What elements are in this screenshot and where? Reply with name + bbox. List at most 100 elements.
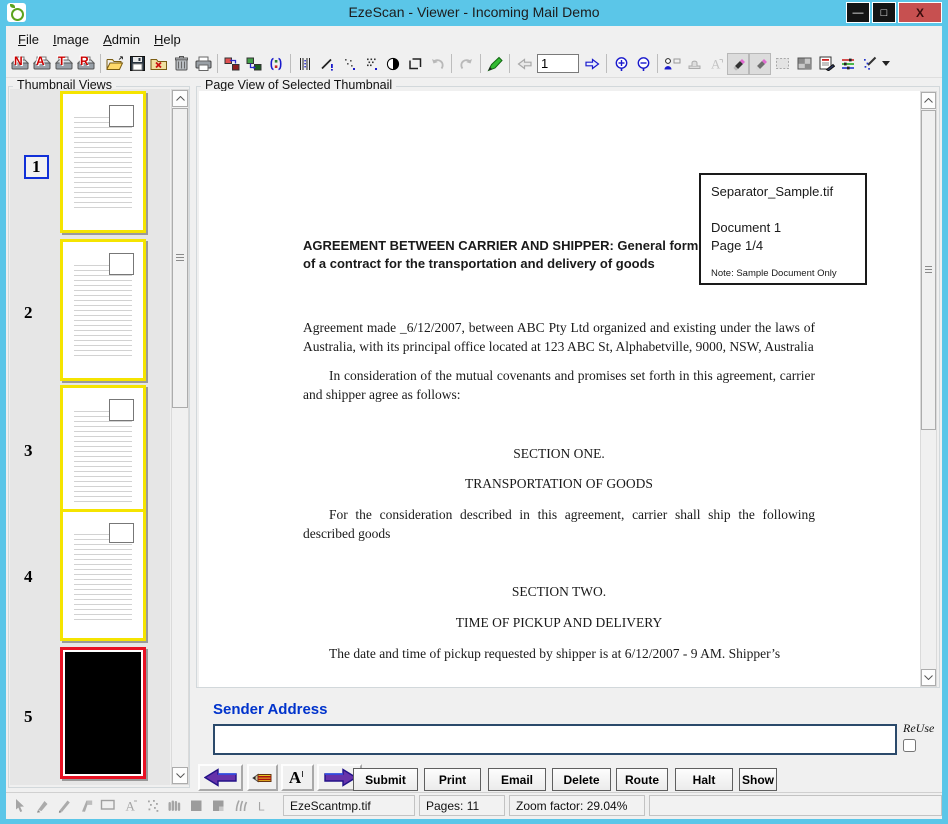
marker-icon[interactable] (727, 53, 749, 75)
print-icon[interactable] (192, 53, 214, 75)
redo-icon (455, 53, 477, 75)
document-paragraph: For the consideration described in this … (303, 506, 815, 544)
prev-field-button[interactable] (198, 764, 243, 791)
pencil-edit-button[interactable] (247, 764, 278, 791)
despeckle-heavy-icon[interactable] (360, 53, 382, 75)
prev-page-icon (513, 53, 535, 75)
undo-icon (426, 53, 448, 75)
hand-tool-icon (76, 795, 96, 815)
open-icon[interactable] (104, 53, 126, 75)
scrollbar-thumb[interactable] (172, 108, 188, 408)
thumbnail-panel: Thumbnail Views 1 2 3 4 5 (8, 86, 190, 788)
pen-tool-icon (32, 795, 52, 815)
status-spare (649, 795, 942, 816)
page-scrollbar[interactable] (920, 91, 937, 687)
marker-alt-icon[interactable] (749, 53, 771, 75)
menu-admin[interactable]: Admin (97, 30, 148, 49)
scroll-up-icon[interactable] (172, 90, 188, 107)
scan-new-icon[interactable]: N (9, 53, 31, 75)
thumbnail-page-5[interactable] (60, 647, 146, 779)
fill-tool-icon (186, 795, 206, 815)
zoom-out-icon[interactable] (632, 53, 654, 75)
thumbnail-number: 5 (24, 707, 33, 727)
status-pages: Pages: 11 (419, 795, 505, 816)
menu-help[interactable]: Help (148, 30, 189, 49)
rotate-pages-icon[interactable] (265, 53, 287, 75)
document-page[interactable]: Separator_Sample.tif Document 1 Page 1/4… (199, 91, 921, 687)
svg-text:L: L (258, 799, 265, 813)
separator-page: Page 1/4 (711, 237, 855, 255)
menu-file[interactable]: File (12, 30, 47, 49)
delete-button[interactable]: Delete (552, 768, 611, 791)
scan-replace-icon[interactable]: R (75, 53, 97, 75)
rect-tool-icon (98, 795, 118, 815)
route-button[interactable]: Route (616, 768, 668, 791)
scroll-down-icon[interactable] (172, 767, 188, 784)
separator-note: Note: Sample Document Only (711, 268, 855, 279)
document-paragraph: Agreement made _6/12/2007, between ABC P… (303, 319, 815, 357)
highlighter-icon[interactable] (484, 53, 506, 75)
note-icon[interactable] (815, 53, 837, 75)
thumbnail-page-4[interactable] (60, 509, 146, 641)
text-tool-icon: A (120, 795, 140, 815)
status-filename: EzeScantmp.tif (283, 795, 415, 816)
select-region-icon (771, 53, 793, 75)
separator-document: Document 1 (711, 219, 855, 237)
thumbnail-page-1[interactable] (60, 91, 146, 233)
despeckle-light-icon[interactable] (338, 53, 360, 75)
remove-lines-icon[interactable] (294, 53, 316, 75)
levels-icon[interactable] (837, 53, 859, 75)
thumbnail-number-selected: 1 (24, 155, 49, 179)
deskew-icon[interactable] (316, 53, 338, 75)
menu-image[interactable]: Image (47, 30, 97, 49)
separator-filename: Separator_Sample.tif (711, 184, 855, 199)
magic-wand-icon[interactable] (859, 53, 881, 75)
toolbar: N A T R (6, 50, 942, 78)
stamp-icon (683, 53, 705, 75)
dither-icon[interactable] (793, 53, 815, 75)
crop-icon[interactable] (404, 53, 426, 75)
save-icon[interactable] (126, 53, 148, 75)
text-annotation-icon: A (705, 53, 727, 75)
thumbnail-page-2[interactable] (60, 239, 146, 381)
scan-insert-icon[interactable]: T (53, 53, 75, 75)
minimize-button[interactable]: — (846, 2, 870, 23)
zoom-in-icon[interactable] (610, 53, 632, 75)
scroll-down-icon[interactable] (921, 669, 936, 686)
letter-a-icon: A (289, 769, 301, 786)
page-number-input[interactable] (537, 54, 579, 73)
insert-page-before-icon[interactable] (221, 53, 243, 75)
stamp-user-icon[interactable] (661, 53, 683, 75)
show-button[interactable]: Show (739, 768, 777, 791)
sender-address-input[interactable] (213, 724, 897, 755)
delete-file-icon[interactable] (148, 53, 170, 75)
submit-button[interactable]: Submit (353, 768, 418, 791)
scroll-up-icon[interactable] (921, 92, 936, 109)
insert-page-after-icon[interactable] (243, 53, 265, 75)
text-tool-button[interactable]: A (281, 764, 314, 791)
scrollbar-thumb[interactable] (921, 110, 936, 430)
trash-icon[interactable] (170, 53, 192, 75)
next-page-icon[interactable] (581, 53, 603, 75)
document-heading: AGREEMENT BETWEEN CARRIER AND SHIPPER: G… (303, 237, 703, 273)
email-button[interactable]: Email (488, 768, 546, 791)
reuse-checkbox[interactable] (903, 739, 916, 752)
print-button[interactable]: Print (424, 768, 481, 791)
thumbnail-number: 3 (24, 441, 33, 461)
status-zoom: Zoom factor: 29.04% (509, 795, 645, 816)
pencil-tool-icon (54, 795, 74, 815)
app-window: EzeScan - Viewer - Incoming Mail Demo — … (0, 0, 948, 824)
document-section: SECTION TWO. (303, 583, 815, 602)
close-button[interactable]: X (898, 2, 942, 23)
scan-append-icon[interactable]: A (31, 53, 53, 75)
window-title: EzeScan - Viewer - Incoming Mail Demo (0, 4, 948, 20)
pointer-tool-icon (10, 795, 30, 815)
thumbnail-scrollbar[interactable] (171, 89, 189, 785)
dropdown-arrow-icon[interactable] (881, 53, 891, 75)
grip-tool-icon (164, 795, 184, 815)
maximize-button[interactable]: □ (872, 2, 896, 23)
claw-tool-icon (230, 795, 250, 815)
contrast-icon[interactable] (382, 53, 404, 75)
thumbnail-page-3[interactable] (60, 385, 146, 527)
halt-button[interactable]: Halt (675, 768, 733, 791)
